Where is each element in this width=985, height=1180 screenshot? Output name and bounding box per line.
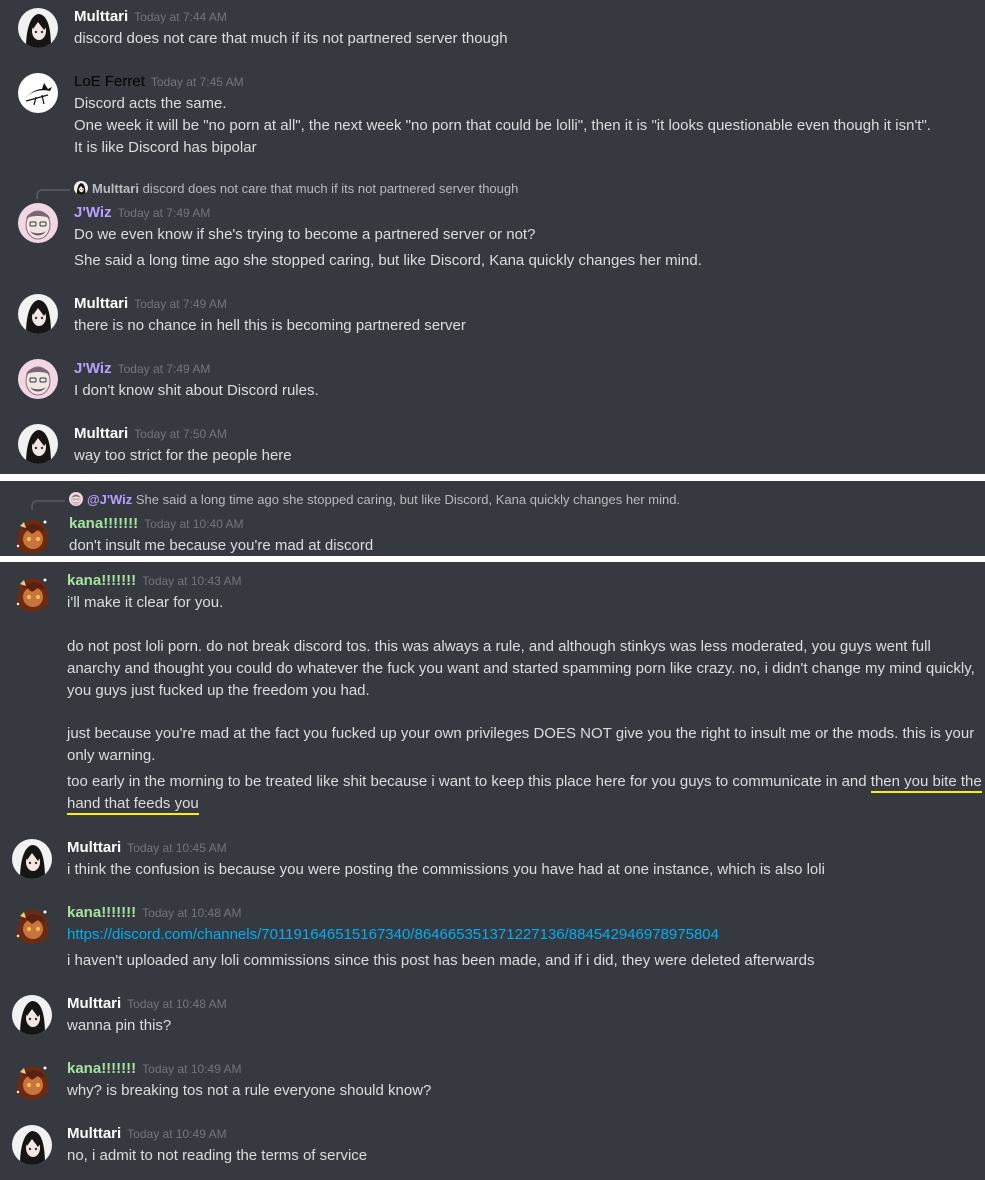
author-name[interactable]: Multtari <box>74 425 128 442</box>
author-name[interactable]: Multtari <box>74 295 128 312</box>
message-text: why? is breaking tos not a rule everyone… <box>67 1082 432 1099</box>
message-text: Do we even know if she's trying to becom… <box>74 226 536 243</box>
timestamp: Today at 10:43 AM <box>142 574 242 588</box>
message-text: wanna pin this? <box>67 1017 172 1034</box>
reply-preview[interactable]: @J'Wiz She said a long time ago she stop… <box>69 492 680 508</box>
chat-panel-1: Multtari Today at 7:44 AM discord does no… <box>0 0 985 474</box>
kana-avatar[interactable] <box>12 572 52 612</box>
jwiz-avatar[interactable] <box>18 203 58 243</box>
reply-author[interactable]: Multtari <box>92 181 139 196</box>
author-name[interactable]: J'Wiz <box>74 360 112 377</box>
timestamp: Today at 10:49 AM <box>142 1062 242 1076</box>
timestamp: Today at 7:49 AM <box>117 362 211 376</box>
kana-avatar[interactable] <box>12 904 52 944</box>
timestamp: Today at 10:48 AM <box>127 997 227 1011</box>
timestamp: Today at 10:48 AM <box>142 906 242 920</box>
reply-connector <box>31 500 65 510</box>
ferret-avatar[interactable] <box>18 73 58 113</box>
timestamp: Today at 7:44 AM <box>134 10 227 24</box>
message-text: way too strict for the people here <box>74 447 292 464</box>
chat-panel-3: kana!!!!!!! Today at 10:43 AM i'll make i… <box>0 562 985 1180</box>
message-text-part: too early in the morning to be treated l… <box>67 773 871 790</box>
message-text: She said a long time ago she stopped car… <box>74 252 702 269</box>
message-text: just because you're mad at the fact you … <box>67 725 975 764</box>
timestamp: Today at 7:49 AM <box>134 297 227 311</box>
author-name[interactable]: Multtari <box>67 1125 121 1142</box>
message-text: i think the confusion is because you wer… <box>67 861 825 878</box>
message-text: Discord acts the same. <box>74 95 227 112</box>
reply-preview[interactable]: Multtari discord does not care that much… <box>74 181 518 197</box>
author-name[interactable]: kana!!!!!!! <box>67 904 136 921</box>
timestamp: Today at 10:49 AM <box>127 1127 227 1141</box>
multtari-avatar[interactable] <box>18 424 58 464</box>
message-text: One week it will be "no porn at all", th… <box>74 117 931 134</box>
message-text: there is no chance in hell this is becom… <box>74 317 466 334</box>
multtari-avatar[interactable] <box>12 1125 52 1165</box>
reply-author[interactable]: @J'Wiz <box>87 492 132 507</box>
author-name[interactable]: J'Wiz <box>74 204 112 221</box>
author-name[interactable]: Multtari <box>74 8 128 25</box>
reply-text: discord does not care that much if its n… <box>142 181 519 196</box>
reply-avatar <box>74 181 88 195</box>
message-text: It is like Discord has bipolar <box>74 139 257 156</box>
kana-avatar[interactable] <box>12 514 52 554</box>
author-name[interactable]: kana!!!!!!! <box>67 1060 136 1077</box>
author-name[interactable]: kana!!!!!!! <box>69 515 138 532</box>
jwiz-avatar[interactable] <box>18 359 58 399</box>
author-name[interactable]: kana!!!!!!! <box>67 572 136 589</box>
timestamp: Today at 10:45 AM <box>127 841 227 855</box>
timestamp: Today at 7:50 AM <box>134 427 227 441</box>
multtari-avatar[interactable] <box>18 294 58 334</box>
message-text: i'll make it clear for you. <box>67 594 224 611</box>
multtari-avatar[interactable] <box>18 8 58 48</box>
timestamp: Today at 10:40 AM <box>144 517 244 531</box>
timestamp: Today at 7:49 AM <box>117 206 211 220</box>
message-text: do not post loli porn. do not break disc… <box>67 638 975 699</box>
kana-avatar[interactable] <box>12 1060 52 1100</box>
message-text: discord does not care that much if its n… <box>74 30 508 47</box>
multtari-avatar[interactable] <box>12 839 52 879</box>
message-text: too early in the morning to be treated l… <box>67 771 982 815</box>
chat-panel-2: @J'Wiz She said a long time ago she stop… <box>0 481 985 556</box>
reply-connector <box>36 189 70 199</box>
message-text: I don't know shit about Discord rules. <box>74 382 319 399</box>
author-name[interactable]: Multtari <box>67 839 121 856</box>
reply-text: She said a long time ago she stopped car… <box>135 492 681 507</box>
multtari-avatar[interactable] <box>12 995 52 1035</box>
author-name[interactable]: LoE Ferret <box>74 73 145 90</box>
reply-avatar <box>69 492 83 506</box>
message-text: no, i admit to not reading the terms of … <box>67 1147 368 1164</box>
author-name[interactable]: Multtari <box>67 995 121 1012</box>
message-link[interactable]: https://discord.com/channels/70119164651… <box>67 924 719 946</box>
message-text: i haven't uploaded any loli commissions … <box>67 952 815 969</box>
message-text: don't insult me because you're mad at di… <box>69 537 374 554</box>
timestamp: Today at 7:45 AM <box>150 75 244 89</box>
